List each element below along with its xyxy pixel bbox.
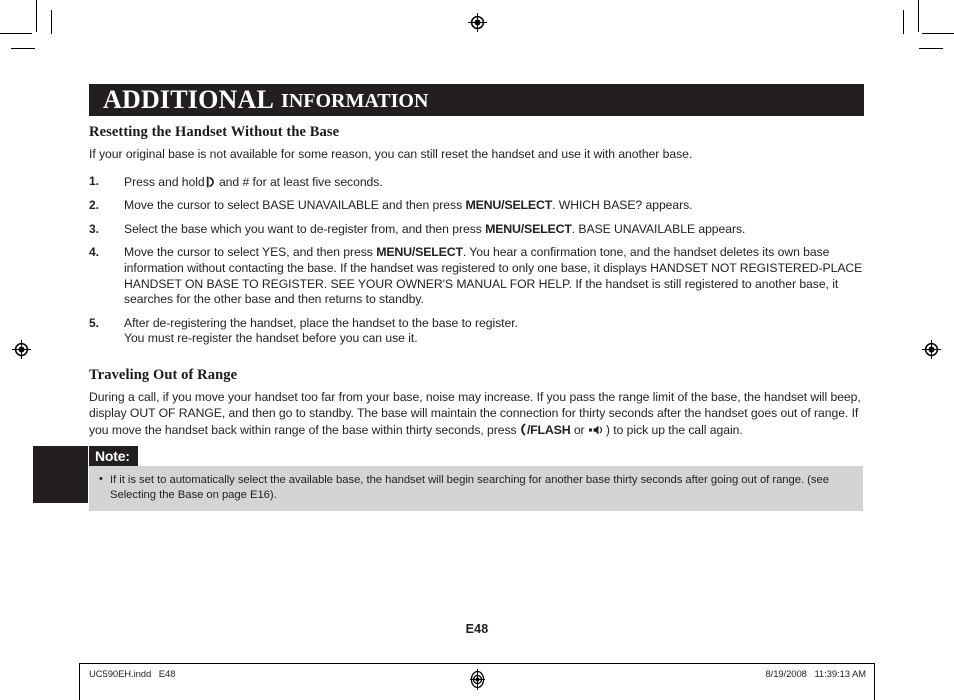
printed-manual-page: ADDITIONAL INFORMATION Resetting the Han… (0, 0, 954, 700)
banner-title-primary: ADDITIONAL (103, 85, 275, 114)
speaker-icon (588, 425, 603, 435)
key-label-menu-select: MENU/SELECT (376, 245, 463, 260)
section2-paragraph: During a call, if you move your handset … (89, 390, 864, 439)
step-number: 5. (89, 315, 99, 330)
section-heading-resetting-handset: Resetting the Handset Without the Base (89, 124, 340, 140)
note-body: If it is set to automatically select the… (89, 466, 863, 512)
note-label: Note: (89, 446, 138, 466)
step-item-4: 4. Move the cursor to select YES, and the… (89, 245, 864, 307)
section2: Traveling Out of Range During a call, if… (89, 367, 864, 439)
footer-bar-left (79, 663, 80, 700)
banner-title-secondary: INFORMATION (281, 90, 429, 112)
registration-mark-bottom (469, 669, 486, 690)
section-heading-traveling-out-of-range: Traveling Out of Range (89, 366, 238, 383)
section2-text-part2: or (570, 423, 588, 438)
crop-mark-top-left-vertical (36, 0, 37, 32)
page-number: E48 (465, 622, 489, 636)
step-text-after: You must re-register the handset before … (124, 331, 418, 346)
crop-mark-top-left-inner-horizontal (11, 48, 35, 49)
section-thumb-tab (33, 446, 88, 503)
talk-phone-icon (206, 176, 214, 187)
footer-timestamp-slug: 8/19/2008 11:39:13 AM (765, 669, 866, 680)
section2-text-part3: ) to pick up the call again. (605, 423, 743, 438)
crop-mark-top-right-horizontal (922, 33, 954, 34)
step-text-before: Select the base which you want to de-reg… (124, 221, 486, 236)
page-banner: ADDITIONAL INFORMATION (89, 84, 864, 116)
numbered-steps-list: 1. Press and hold and # for at least five… (89, 174, 864, 347)
footer-file-slug: UC590EH.indd E48 (89, 669, 176, 680)
step-text-after: . WHICH BASE? appears. (552, 198, 693, 213)
section1-intro-paragraph: If your original base is not available f… (89, 147, 693, 161)
note-box: Note: If it is set to automatically sele… (89, 446, 863, 512)
step-number: 2. (89, 198, 99, 213)
step-number: 4. (89, 245, 99, 260)
footer-bar-right (874, 663, 875, 700)
crop-mark-top-right-inner-vertical (903, 10, 904, 34)
step-item-1: 1. Press and hold and # for at least five… (89, 174, 864, 191)
registration-mark-top (468, 13, 487, 32)
step-item-5: 5. After de-registering the handset, plac… (89, 316, 864, 347)
step-text-before: Move the cursor to select YES, and then … (124, 245, 377, 260)
registration-mark-left (12, 340, 31, 359)
crop-mark-top-left-horizontal (0, 33, 32, 34)
step-text-before: After de-registering the handset, place … (124, 315, 518, 330)
step-text-before: Move the cursor to select BASE UNAVAILAB… (124, 198, 466, 213)
crop-mark-top-right-vertical (918, 0, 919, 32)
registration-mark-right (922, 340, 941, 359)
key-label-flash: /FLASH (526, 423, 571, 438)
step-item-3: 3. Select the base which you want to de-r… (89, 222, 864, 238)
step-text-after: and # for at least five seconds. (215, 174, 383, 189)
footer-rule (79, 663, 875, 664)
section2-text-part1: During a call, if you move your handset … (89, 389, 861, 438)
step-item-2: 2. Move the cursor to select BASE UNAVAIL… (89, 198, 864, 214)
step-text-before: Press and hold (124, 174, 205, 189)
key-label-menu-select: MENU/SELECT (485, 221, 572, 236)
key-label-menu-select: MENU/SELECT (465, 198, 553, 213)
step-number: 3. (89, 221, 99, 236)
step-number: 1. (89, 173, 99, 188)
crop-mark-top-right-inner-horizontal (919, 48, 943, 49)
page-content: Resetting the Handset Without the Base I… (89, 124, 864, 439)
step-text-after: . BASE UNAVAILABLE appears. (571, 221, 746, 236)
flash-phone-icon (521, 423, 526, 436)
note-bullet-item: If it is set to automatically select the… (99, 472, 853, 502)
crop-mark-top-left-inner-vertical (51, 10, 52, 34)
